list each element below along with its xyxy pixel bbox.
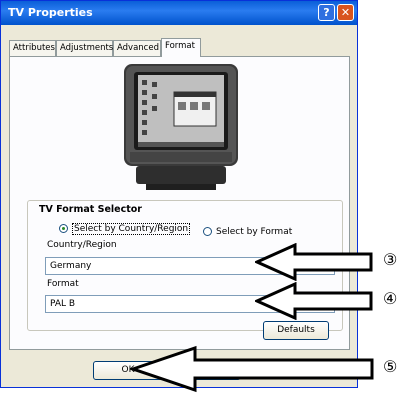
defaults-button[interactable]: Defaults bbox=[263, 321, 329, 340]
tv-illustration bbox=[116, 62, 246, 197]
callout-number-5: ⑤ bbox=[383, 357, 398, 376]
callout-number-4: ④ bbox=[383, 289, 398, 308]
close-button[interactable]: ✕ bbox=[337, 4, 354, 21]
group-title: TV Format Selector bbox=[38, 204, 143, 215]
radio-unselected-indicator bbox=[203, 227, 212, 236]
help-button[interactable]: ? bbox=[318, 4, 335, 21]
callout-number-3: ③ bbox=[383, 250, 398, 269]
format-label: Format bbox=[47, 279, 79, 289]
help-icon: ? bbox=[323, 6, 330, 19]
radio-select-by-country[interactable]: Select by Country/Region bbox=[59, 223, 191, 235]
radio-selected-indicator bbox=[59, 224, 68, 233]
callout-arrow-ok bbox=[130, 345, 374, 393]
window-title: TV Properties bbox=[8, 6, 93, 19]
tab-format[interactable]: Format bbox=[161, 38, 201, 57]
tab-advanced[interactable]: Advanced bbox=[113, 40, 161, 56]
title-bar: TV Properties ? ✕ bbox=[1, 1, 357, 25]
radio-format-label: Select by Format bbox=[216, 227, 293, 237]
radio-country-label: Select by Country/Region bbox=[72, 223, 191, 235]
callout-arrow-format bbox=[255, 282, 373, 320]
tab-attributes[interactable]: Attributes bbox=[9, 40, 56, 56]
country-region-label: Country/Region bbox=[47, 240, 117, 250]
radio-select-by-format[interactable]: Select by Format bbox=[203, 227, 292, 237]
callout-arrow-country bbox=[255, 243, 373, 281]
tv-properties-dialog: TV Properties ? ✕ Attributes Adjustments… bbox=[0, 0, 358, 388]
tab-adjustments[interactable]: Adjustments bbox=[56, 40, 113, 56]
close-icon: ✕ bbox=[340, 6, 351, 19]
